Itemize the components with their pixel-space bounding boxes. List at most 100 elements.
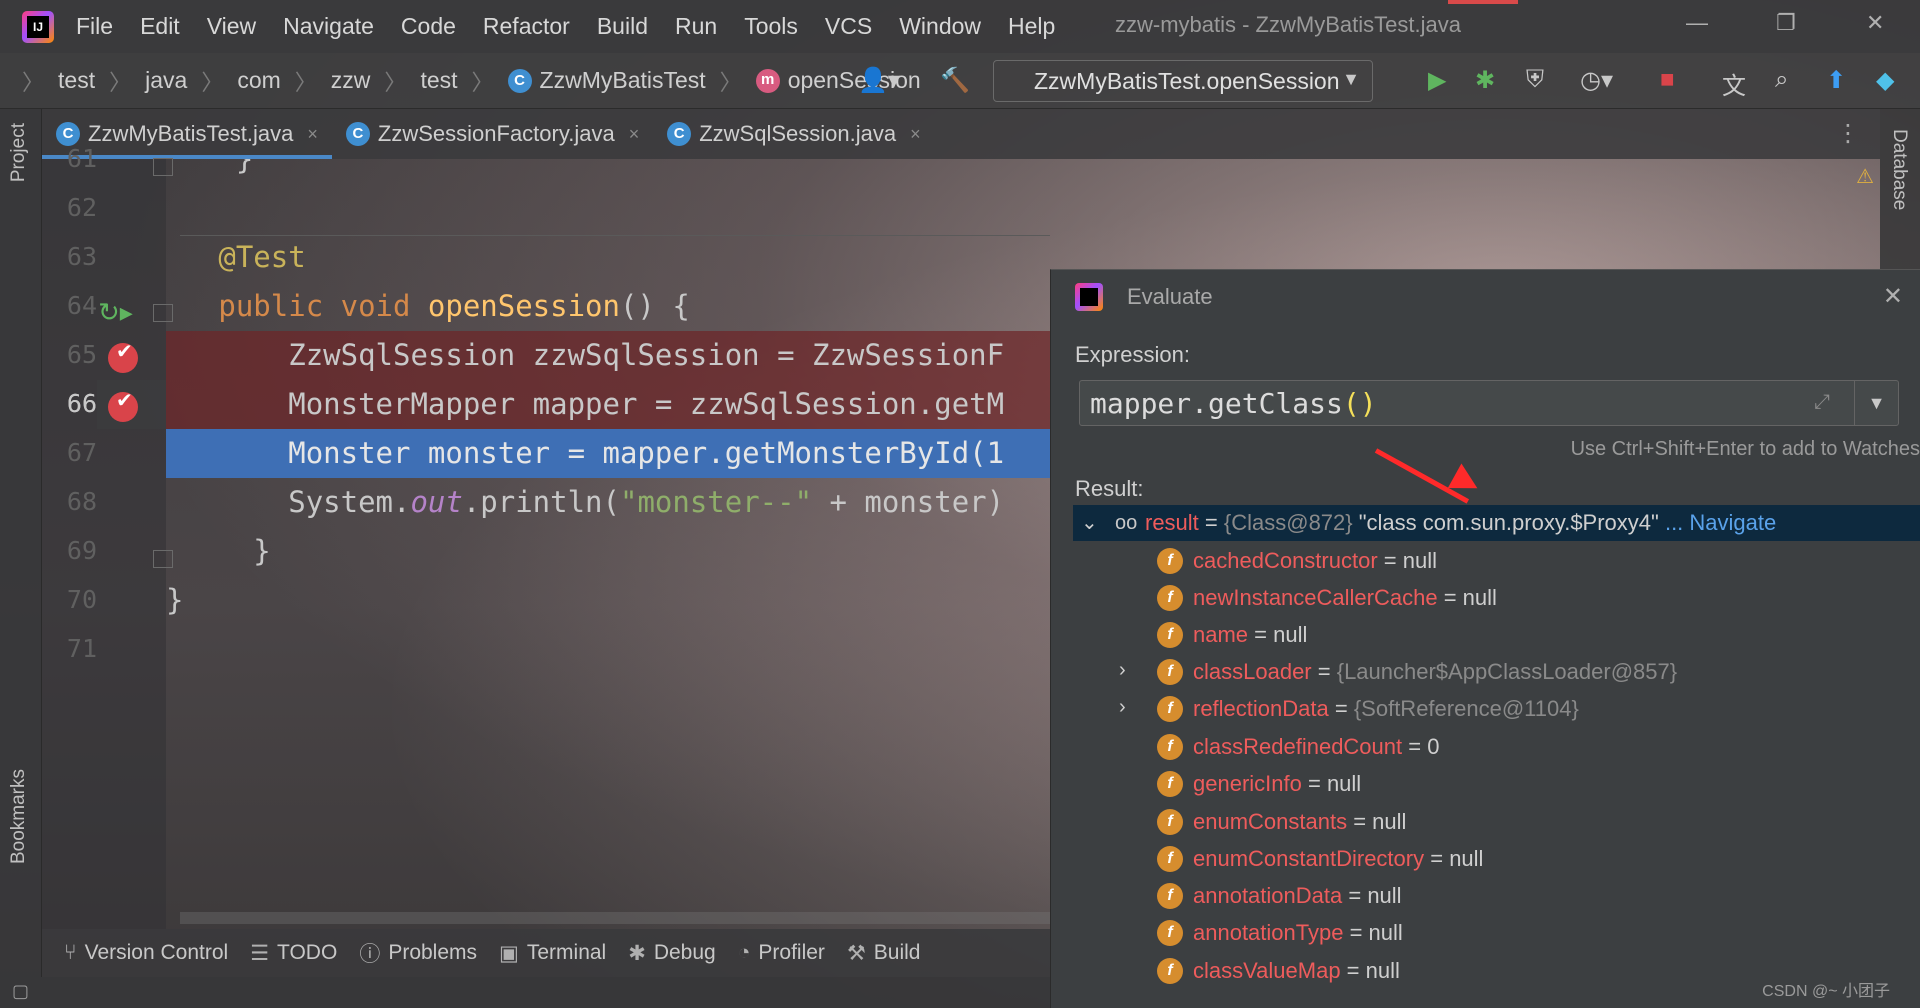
field-value: {Launcher$AppClassLoader@857}	[1336, 659, 1678, 684]
tree-row-field[interactable]: f enumConstants = null	[1073, 804, 1920, 840]
field-icon: f	[1157, 771, 1183, 797]
build-tool-button[interactable]: ⚒ Build	[847, 941, 921, 966]
menu-tools[interactable]: Tools	[744, 13, 798, 40]
profiler-tool-button[interactable]: ◔ Profiler	[738, 941, 825, 965]
stop-icon[interactable]: ■	[1660, 66, 1675, 94]
history-dropdown-button[interactable]: ▼	[1854, 381, 1898, 425]
layout-toggle-icon[interactable]: ▢	[12, 981, 29, 1002]
breadcrumb-method[interactable]: openSession	[788, 67, 921, 94]
breadcrumb-java[interactable]: java	[145, 67, 187, 94]
field-value: null	[1273, 622, 1308, 647]
code-editor[interactable]: } @Test public void openSession() { ZzwS…	[166, 159, 1050, 929]
menu-vcs[interactable]: VCS	[825, 13, 872, 40]
breadcrumb-separator: 〉	[294, 69, 317, 95]
horizontal-scrollbar[interactable]	[180, 912, 1050, 924]
problems-tool-button[interactable]: ⓘ Problems	[359, 938, 477, 968]
run-configuration-selector[interactable]: ZzwMyBatisTest.openSession ▼	[993, 60, 1373, 102]
version-control-tool-button[interactable]: ⑂ Version Control	[64, 941, 228, 965]
debug-tool-button[interactable]: ✱ Debug	[628, 941, 716, 966]
tree-row-result[interactable]: ⌄ oo result = {Class@872} "class com.sun…	[1073, 505, 1920, 541]
user-profile-icon[interactable]: 👤▾	[858, 66, 900, 95]
tab-zzwsqlsession[interactable]: C ZzwSqlSession.java ×	[653, 109, 934, 159]
build-hammer-icon[interactable]: 🔨	[940, 66, 970, 95]
database-tool-button[interactable]: Database	[1888, 129, 1910, 210]
more-tabs-icon[interactable]: ⋮	[1836, 119, 1860, 148]
project-tool-button[interactable]: Project	[8, 123, 30, 182]
code-text: + monster)	[812, 485, 1005, 519]
expand-icon[interactable]: ⤢	[1814, 391, 1830, 414]
tree-row-field[interactable]: › f classLoader = {Launcher$AppClassLoad…	[1073, 654, 1920, 690]
close-icon[interactable]: ✕	[1883, 282, 1903, 311]
field-name: genericInfo	[1193, 771, 1302, 796]
field-value: 0	[1427, 734, 1440, 759]
close-window-icon[interactable]: ✕	[1866, 10, 1884, 36]
breadcrumb-separator: 〉	[109, 69, 132, 95]
tab-zzwsessionfactory[interactable]: C ZzwSessionFactory.java ×	[332, 109, 653, 159]
breadcrumb-separator: 〉	[384, 69, 407, 95]
close-tab-icon[interactable]: ×	[910, 124, 921, 145]
tree-row-field[interactable]: f annotationType = null	[1073, 915, 1920, 951]
run-test-gutter-icon[interactable]: ↻▸	[98, 297, 133, 328]
code-text: }	[166, 159, 254, 176]
coverage-shield-icon[interactable]: ⛨	[1526, 66, 1544, 94]
breadcrumb-com[interactable]: com	[237, 67, 280, 94]
debug-bug-icon[interactable]: ✱	[1475, 66, 1495, 95]
bug-icon: ✱	[628, 941, 646, 965]
menu-file[interactable]: File	[76, 13, 113, 40]
breakpoint-icon[interactable]	[108, 339, 138, 373]
run-icon[interactable]: ▶	[1428, 66, 1446, 95]
menu-window[interactable]: Window	[899, 13, 981, 40]
todo-tool-button[interactable]: ☰ TODO	[250, 941, 337, 966]
minimize-icon[interactable]: —	[1686, 10, 1708, 36]
warning-icon[interactable]: ⚠	[1856, 164, 1874, 189]
translate-icon[interactable]: 文	[1722, 66, 1746, 101]
breakpoint-icon[interactable]	[108, 388, 138, 422]
tree-row-field[interactable]: f cachedConstructor = null	[1073, 543, 1920, 579]
tree-row-field[interactable]: › f reflectionData = {SoftReference@1104…	[1073, 691, 1920, 727]
tree-row-field[interactable]: f newInstanceCallerCache = null	[1073, 580, 1920, 616]
tree-row-field[interactable]: f enumConstantDirectory = null	[1073, 841, 1920, 877]
menu-refactor[interactable]: Refactor	[483, 13, 570, 40]
field-icon: f	[1157, 883, 1183, 909]
breadcrumb-zzw[interactable]: zzw	[331, 67, 371, 94]
editor-gutter[interactable]: 61 62 63 64 65 66 67 68 69 70 71 66	[42, 144, 166, 929]
menu-edit[interactable]: Edit	[140, 13, 180, 40]
breadcrumb-test-package[interactable]: test	[420, 67, 457, 94]
profiler-icon: ◔	[737, 941, 751, 964]
terminal-tool-button[interactable]: ▣ Terminal	[499, 941, 606, 966]
line-number: 67	[66, 438, 97, 467]
breadcrumb-test[interactable]: test	[58, 67, 95, 94]
navigate-link[interactable]: ... Navigate	[1659, 510, 1776, 535]
profile-run-icon[interactable]: ◷▾	[1580, 66, 1613, 95]
menu-help[interactable]: Help	[1008, 13, 1055, 40]
chevron-down-icon[interactable]: ⌄	[1081, 505, 1098, 541]
result-tree[interactable]: ⌄ oo result = {Class@872} "class com.sun…	[1073, 505, 1920, 1008]
code-text: }	[218, 534, 271, 568]
tree-row-field[interactable]: f annotationData = null	[1073, 878, 1920, 914]
close-tab-icon[interactable]: ×	[307, 124, 318, 145]
expression-input[interactable]: mapper.getClass() ⤢ ▼	[1079, 380, 1899, 426]
close-tab-icon[interactable]: ×	[629, 124, 640, 145]
menu-run[interactable]: Run	[675, 13, 717, 40]
menu-navigate[interactable]: Navigate	[283, 13, 374, 40]
window-title: zzw-mybatis - ZzwMyBatisTest.java	[1115, 12, 1461, 37]
tree-row-field[interactable]: f genericInfo = null	[1073, 766, 1920, 802]
breadcrumb-class[interactable]: ZzwMyBatisTest	[540, 67, 706, 94]
field-name: enumConstants	[1193, 809, 1348, 834]
menu-build[interactable]: Build	[597, 13, 648, 40]
search-icon[interactable]: ⌕	[1775, 66, 1788, 94]
tree-row-field[interactable]: f name = null	[1073, 617, 1920, 653]
class-icon: C	[56, 122, 80, 146]
field-icon: f	[1157, 734, 1183, 760]
update-arrow-icon[interactable]: ⬆	[1826, 66, 1846, 95]
menu-code[interactable]: Code	[401, 13, 456, 40]
chevron-right-icon[interactable]: ›	[1119, 652, 1126, 688]
bookmarks-tool-button[interactable]: Bookmarks	[8, 769, 30, 864]
menu-view[interactable]: View	[207, 13, 256, 40]
left-tool-stripe: Project Bookmarks	[0, 109, 42, 977]
object-ref: {Class@872}	[1223, 510, 1353, 535]
restore-icon[interactable]: ❐	[1776, 10, 1796, 36]
chevron-right-icon[interactable]: ›	[1119, 689, 1126, 725]
tree-row-field[interactable]: f classRedefinedCount = 0	[1073, 729, 1920, 765]
plugin-icon[interactable]: ◆	[1876, 66, 1894, 95]
